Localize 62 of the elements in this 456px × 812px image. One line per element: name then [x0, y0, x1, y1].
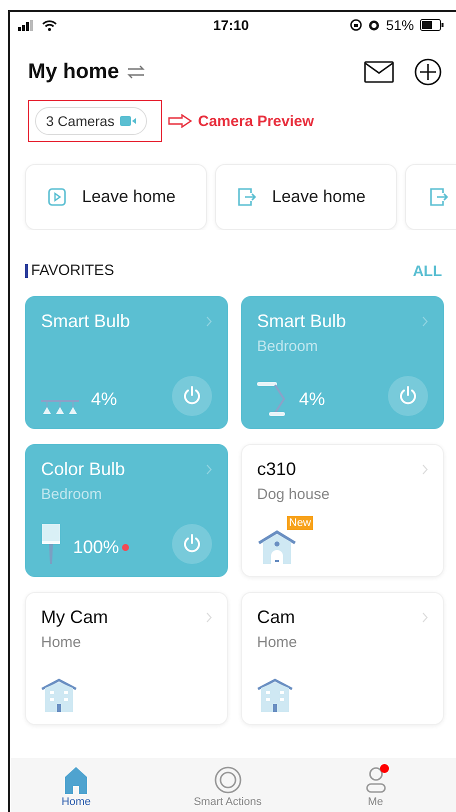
power-icon — [398, 386, 418, 406]
brightness-reading: 4% — [299, 389, 326, 410]
scene-card[interactable]: Leave home — [25, 164, 207, 230]
device-name: Cam — [257, 607, 296, 628]
wall-lamp-icon — [41, 524, 61, 564]
battery-icon — [420, 19, 444, 31]
house-icon — [257, 678, 293, 712]
signal-icon — [18, 20, 36, 30]
section-title: FAVORITES — [25, 264, 114, 278]
power-button[interactable] — [388, 376, 428, 416]
tab-item[interactable]: Home — [51, 758, 101, 812]
device-name: Smart Bulb — [41, 311, 130, 332]
device-card[interactable]: My Cam Home — [25, 592, 228, 725]
doghouse-icon — [257, 530, 297, 564]
video-camera-icon — [120, 116, 136, 126]
new-badge: New — [287, 516, 314, 530]
house-icon — [41, 678, 77, 712]
chevron-icon — [206, 464, 212, 475]
brightness-reading: 100% — [73, 537, 120, 558]
device-card[interactable]: c310 Dog house New — [241, 444, 444, 577]
chevron-icon — [422, 464, 428, 475]
exit-icon — [430, 188, 448, 206]
device-name: c310 — [257, 459, 296, 480]
annotation-label: Camera Preview — [198, 112, 314, 130]
device-room: Bedroom — [41, 486, 103, 504]
power-button[interactable] — [172, 524, 212, 564]
status-time: 17:10 — [213, 17, 249, 33]
ceiling-lamp-icon — [41, 400, 79, 416]
battery-percent: 51% — [386, 17, 414, 33]
person-icon — [364, 766, 386, 794]
brightness-reading: 4% — [91, 389, 118, 410]
play-icon — [48, 188, 66, 206]
chevron-icon — [206, 612, 212, 623]
device-card[interactable]: Cam Home — [241, 592, 444, 725]
chevron-icon — [422, 612, 428, 623]
power-icon — [182, 386, 202, 406]
chevron-icon — [206, 316, 212, 327]
home-icon — [63, 766, 90, 794]
power-button[interactable] — [172, 376, 212, 416]
tab-item[interactable]: Me — [354, 758, 396, 812]
desk-lamp-icon — [257, 382, 287, 416]
scene-card[interactable] — [405, 164, 456, 230]
switch-home-icon[interactable] — [127, 65, 146, 79]
chevron-icon — [422, 316, 428, 327]
cameras-button[interactable]: 3 Cameras — [35, 107, 148, 135]
device-name: Smart Bulb — [257, 311, 346, 332]
tab-item[interactable]: Smart Actions — [184, 758, 272, 812]
device-name: Color Bulb — [41, 459, 126, 480]
exit-icon — [238, 188, 256, 206]
home-title: My home — [28, 60, 120, 84]
scene-card[interactable]: Leave home — [215, 164, 397, 230]
add-icon[interactable] — [414, 58, 442, 86]
device-room: Home — [257, 634, 298, 652]
annotation-arrow-icon — [168, 114, 192, 128]
device-room: Bedroom — [257, 338, 319, 356]
target-icon — [214, 766, 242, 794]
device-room: Home — [41, 634, 82, 652]
device-name: My Cam — [41, 607, 108, 628]
mail-icon[interactable] — [364, 61, 394, 83]
device-room: Dog house — [257, 486, 331, 504]
power-icon — [182, 534, 202, 554]
wifi-icon — [42, 20, 57, 30]
